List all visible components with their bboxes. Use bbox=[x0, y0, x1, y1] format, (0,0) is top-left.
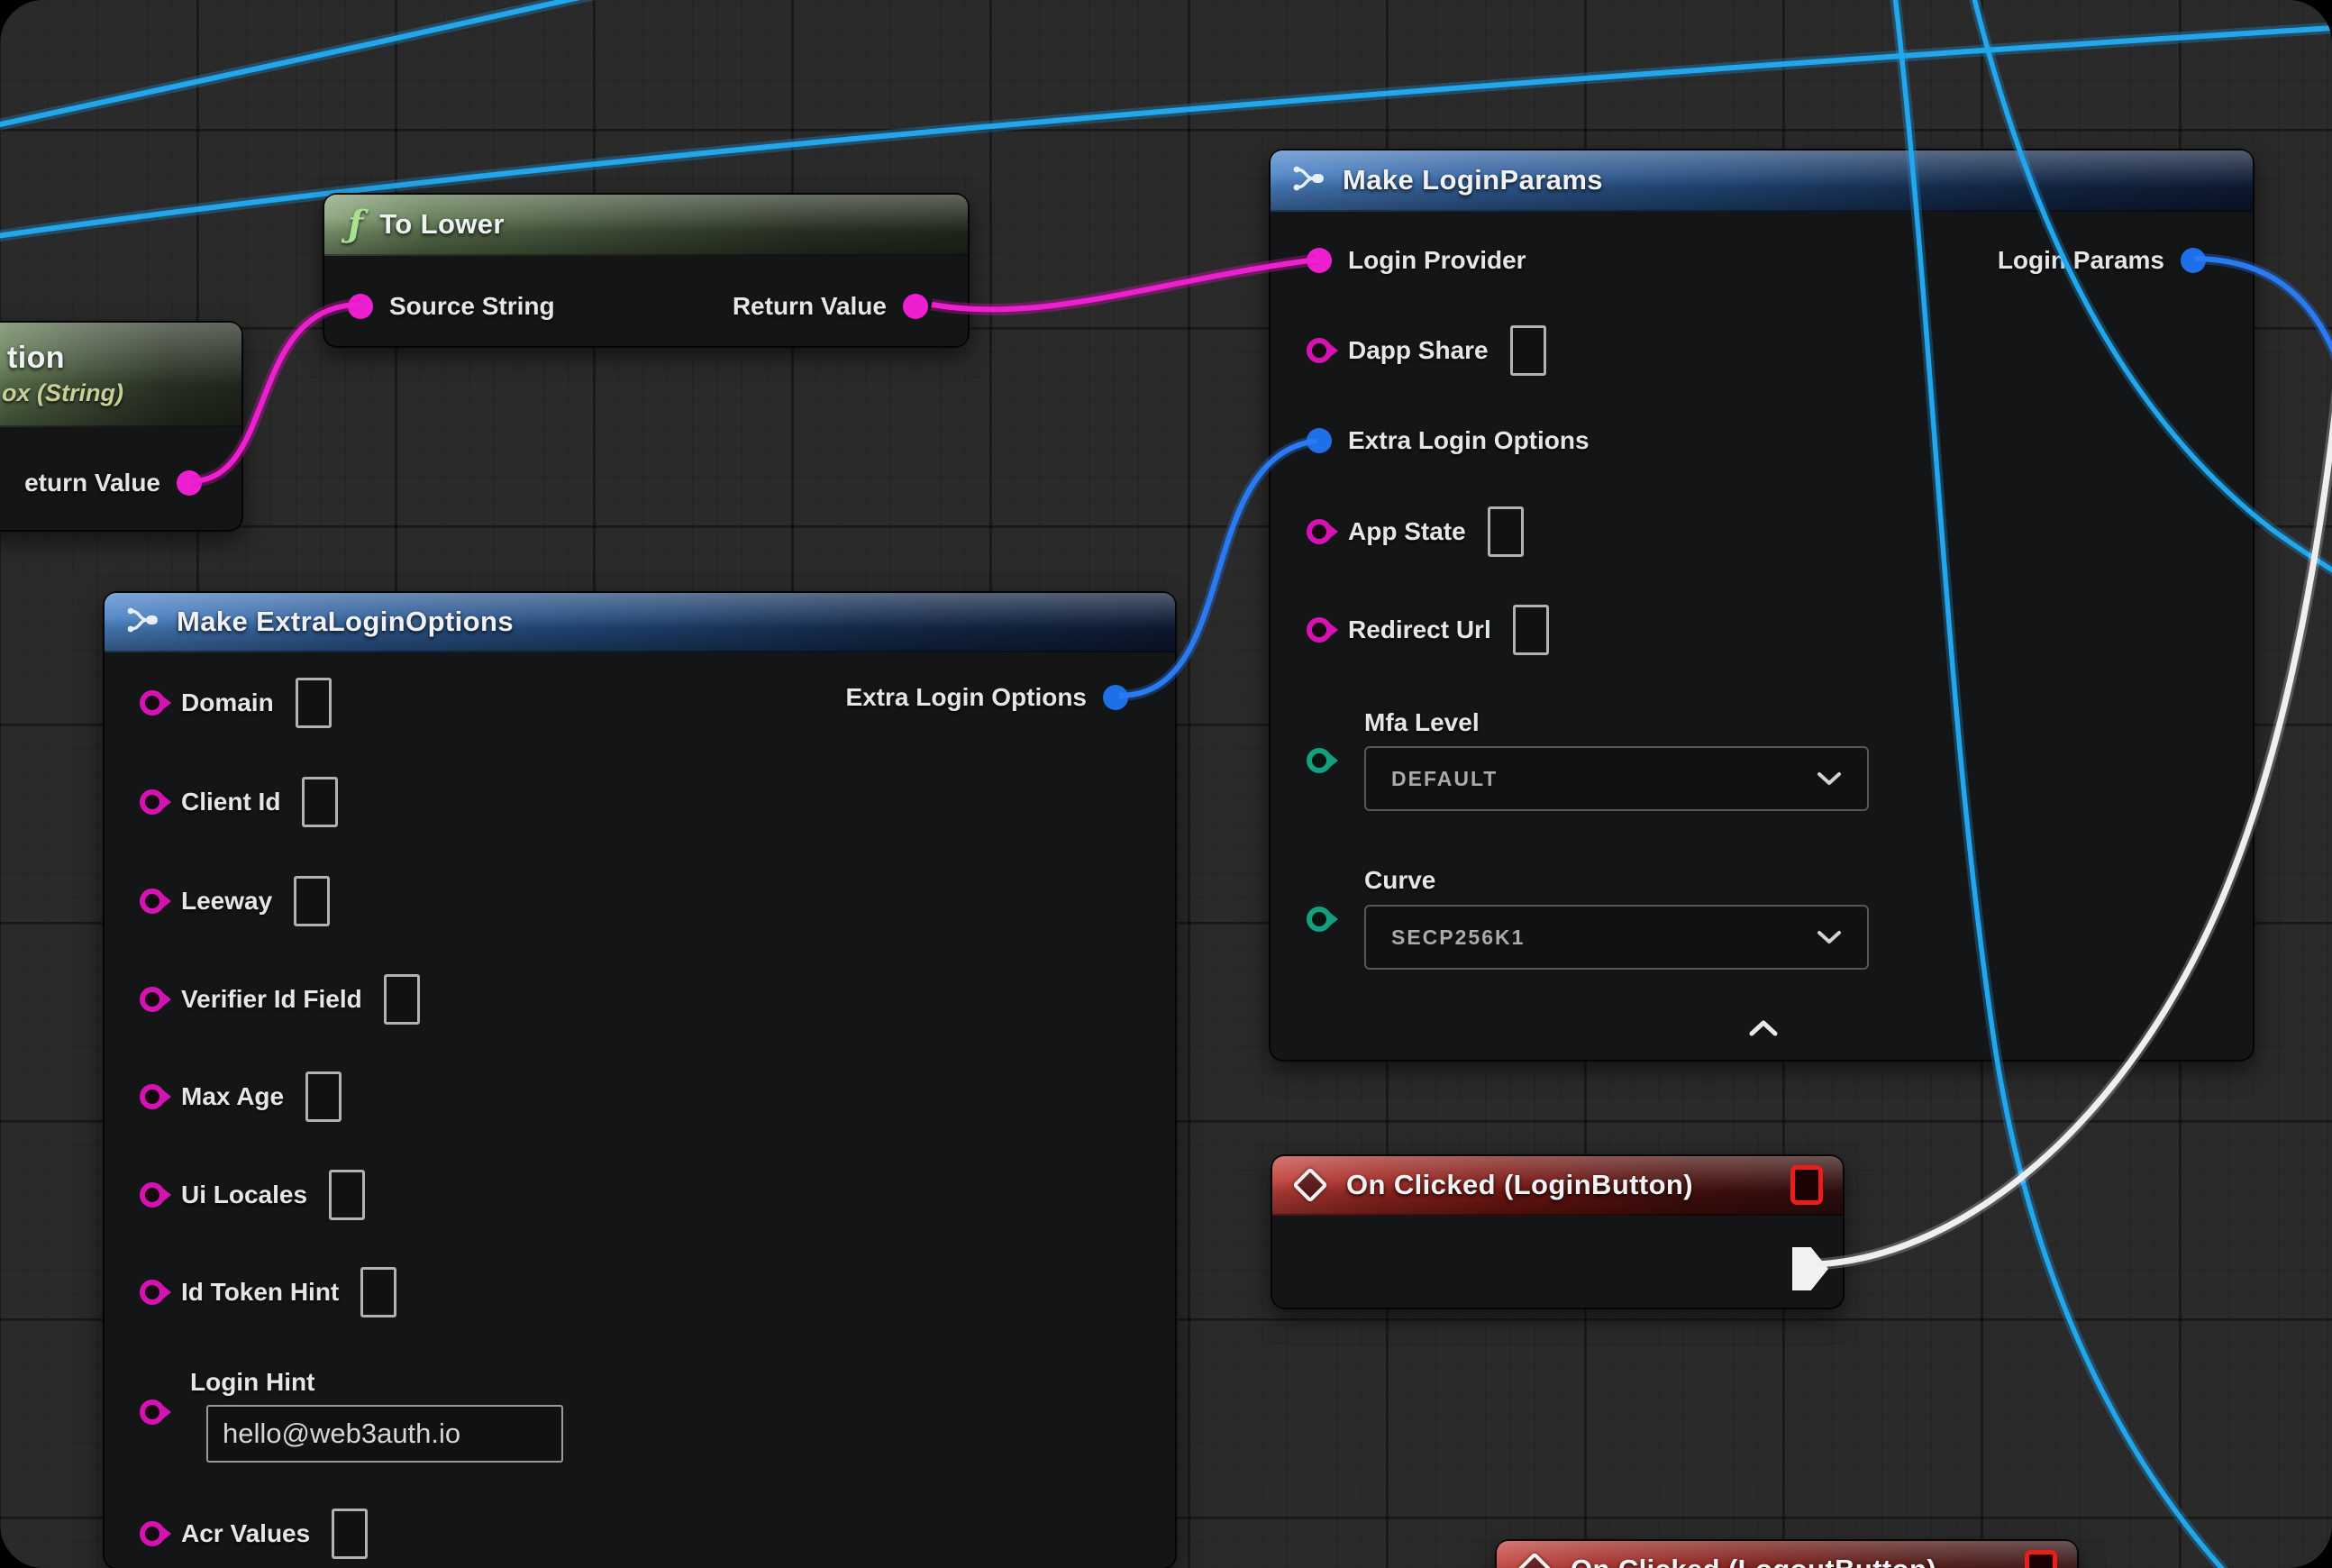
pin-label-domain: Domain bbox=[181, 688, 274, 717]
pin-label-client-id: Client Id bbox=[181, 788, 280, 816]
chevron-down-icon bbox=[1817, 929, 1842, 945]
node-title: Make ExtraLoginOptions bbox=[177, 606, 514, 638]
leeway-pin[interactable] bbox=[140, 889, 165, 914]
pin-label-source-string: Source String bbox=[389, 292, 555, 321]
redirect-url-pin[interactable] bbox=[1307, 617, 1332, 643]
verifier-id-field-pin[interactable] bbox=[140, 987, 165, 1012]
pin-label-login-provider: Login Provider bbox=[1348, 246, 1526, 275]
node-to-lower[interactable]: ƒ To Lower Source String Return Value bbox=[323, 193, 970, 348]
curve-pin[interactable] bbox=[1307, 907, 1332, 932]
node-title: On Clicked (LoginButton) bbox=[1346, 1169, 1693, 1201]
mfa-level-label: Mfa Level bbox=[1364, 707, 1480, 738]
node-on-clicked-login-button[interactable]: On Clicked (LoginButton) bbox=[1271, 1154, 1845, 1309]
wire-return-value-to-login-provider bbox=[932, 260, 1317, 309]
domain-value-input[interactable] bbox=[296, 678, 332, 728]
function-icon: ƒ bbox=[348, 206, 363, 242]
redirect-url-value-input[interactable] bbox=[1513, 605, 1549, 655]
node-partial-function[interactable]: tion ox (String) eturn Value bbox=[0, 321, 243, 532]
make-struct-icon bbox=[124, 604, 160, 641]
node-to-lower-header[interactable]: ƒ To Lower bbox=[324, 195, 968, 256]
node-title: tion bbox=[7, 341, 65, 376]
curve-dropdown[interactable]: SECP256K1 bbox=[1364, 905, 1869, 970]
pin-label-acr-values: Acr Values bbox=[181, 1519, 310, 1548]
dapp-share-value-input[interactable] bbox=[1510, 325, 1546, 376]
dapp-share-pin[interactable] bbox=[1307, 338, 1332, 363]
node-make-extra-login-options-header[interactable]: Make ExtraLoginOptions bbox=[105, 593, 1175, 652]
app-state-value-input[interactable] bbox=[1488, 506, 1524, 557]
chevron-up-icon bbox=[1748, 1019, 1779, 1037]
make-struct-icon bbox=[1290, 162, 1326, 199]
app-state-pin[interactable] bbox=[1307, 519, 1332, 544]
blueprint-canvas[interactable]: tion ox (String) eturn Value ƒ To Lower … bbox=[0, 0, 2332, 1568]
extra-login-options-out-pin[interactable] bbox=[1103, 685, 1128, 710]
id-token-hint-pin[interactable] bbox=[140, 1280, 165, 1305]
acr-values-value-input[interactable] bbox=[332, 1509, 368, 1559]
acr-values-pin[interactable] bbox=[140, 1521, 165, 1546]
login-provider-pin[interactable] bbox=[1307, 248, 1332, 273]
ui-locales-pin[interactable] bbox=[140, 1182, 165, 1208]
verifier-id-field-value-input[interactable] bbox=[384, 974, 420, 1025]
domain-pin[interactable] bbox=[140, 690, 165, 716]
mfa-level-value: DEFAULT bbox=[1391, 767, 1498, 791]
node-make-extra-login-options[interactable]: Make ExtraLoginOptions Extra Login Optio… bbox=[103, 591, 1177, 1568]
exec-out-pin[interactable] bbox=[1792, 1247, 1828, 1290]
mfa-level-dropdown[interactable]: DEFAULT bbox=[1364, 746, 1869, 811]
node-title: Make LoginParams bbox=[1343, 164, 1603, 196]
pin-label-leeway: Leeway bbox=[181, 887, 272, 916]
node-make-login-params-header[interactable]: Make LoginParams bbox=[1271, 150, 2253, 212]
login-hint-pin[interactable] bbox=[140, 1399, 165, 1425]
node-on-clicked-logout-button[interactable]: On Clicked (LogoutButton) bbox=[1495, 1539, 2079, 1568]
widget-event-badge-icon bbox=[2025, 1550, 2057, 1568]
pin-label-id-token-hint: Id Token Hint bbox=[181, 1278, 339, 1307]
source-string-pin[interactable] bbox=[348, 294, 373, 319]
extra-login-options-pin[interactable] bbox=[1307, 428, 1332, 453]
id-token-hint-value-input[interactable] bbox=[360, 1267, 396, 1317]
node-title: To Lower bbox=[379, 208, 505, 241]
node-partial-function-header[interactable]: tion ox (String) bbox=[0, 323, 241, 427]
pin-label-extra-login-options: Extra Login Options bbox=[1348, 426, 1590, 455]
node-on-clicked-logout-button-header[interactable]: On Clicked (LogoutButton) bbox=[1497, 1541, 2077, 1568]
max-age-value-input[interactable] bbox=[305, 1071, 342, 1122]
pin-label-login-hint: Login Hint bbox=[190, 1367, 314, 1398]
pin-label-dapp-share: Dapp Share bbox=[1348, 336, 1489, 365]
node-make-login-params[interactable]: Make LoginParams Login Params Login Prov… bbox=[1269, 149, 2255, 1062]
login-hint-input[interactable] bbox=[206, 1405, 563, 1463]
collapse-node-button[interactable] bbox=[1735, 1011, 1792, 1045]
pin-label-verifier-id-field: Verifier Id Field bbox=[181, 985, 362, 1014]
client-id-pin[interactable] bbox=[140, 789, 165, 815]
chevron-down-icon bbox=[1817, 770, 1842, 787]
pin-label-max-age: Max Age bbox=[181, 1082, 284, 1111]
node-on-clicked-login-button-header[interactable]: On Clicked (LoginButton) bbox=[1272, 1156, 1843, 1216]
return-value-out-pin[interactable] bbox=[177, 470, 202, 496]
return-value-out-pin[interactable] bbox=[903, 294, 928, 319]
event-diamond-icon bbox=[1292, 1167, 1328, 1203]
pin-label-ui-locales: Ui Locales bbox=[181, 1181, 307, 1209]
wire-blue-diagonal-a bbox=[0, 0, 633, 128]
event-diamond-icon bbox=[1517, 1552, 1553, 1568]
node-subtitle: ox (String) bbox=[2, 379, 123, 407]
curve-label: Curve bbox=[1364, 865, 1435, 896]
pin-label-login-params-out: Login Params bbox=[1998, 246, 2164, 275]
leeway-value-input[interactable] bbox=[294, 876, 330, 926]
widget-event-badge-icon bbox=[1790, 1165, 1823, 1205]
max-age-pin[interactable] bbox=[140, 1084, 165, 1109]
mfa-level-pin[interactable] bbox=[1307, 748, 1332, 773]
ui-locales-value-input[interactable] bbox=[329, 1170, 365, 1220]
pin-label-redirect-url: Redirect Url bbox=[1348, 615, 1491, 644]
pin-label-app-state: App State bbox=[1348, 517, 1466, 546]
pin-label-return-value: Return Value bbox=[733, 292, 887, 321]
pin-label-return-value: eturn Value bbox=[24, 469, 160, 497]
login-params-out-pin[interactable] bbox=[2181, 248, 2206, 273]
client-id-value-input[interactable] bbox=[302, 777, 338, 827]
pin-label-extra-login-options-out: Extra Login Options bbox=[845, 683, 1087, 712]
node-title: On Clicked (LogoutButton) bbox=[1571, 1554, 1936, 1568]
curve-value: SECP256K1 bbox=[1391, 925, 1525, 950]
